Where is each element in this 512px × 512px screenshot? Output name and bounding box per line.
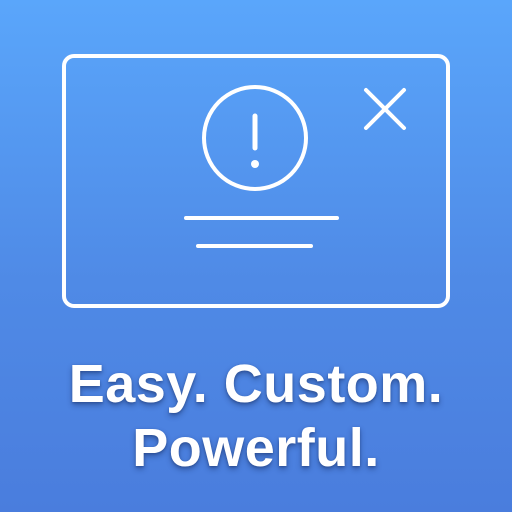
tagline: Easy. Custom. Powerful. [0,352,512,480]
alert-exclamation-icon [202,85,308,191]
tagline-line-1: Easy. Custom. [68,354,444,414]
tagline-line-2: Powerful. [132,418,380,478]
dialog-frame [62,54,450,308]
close-x-icon [364,88,406,130]
app-promo-banner: Easy. Custom. Powerful. [0,0,512,512]
dialog-window-icon [62,54,450,308]
text-placeholder-lines [184,216,339,248]
